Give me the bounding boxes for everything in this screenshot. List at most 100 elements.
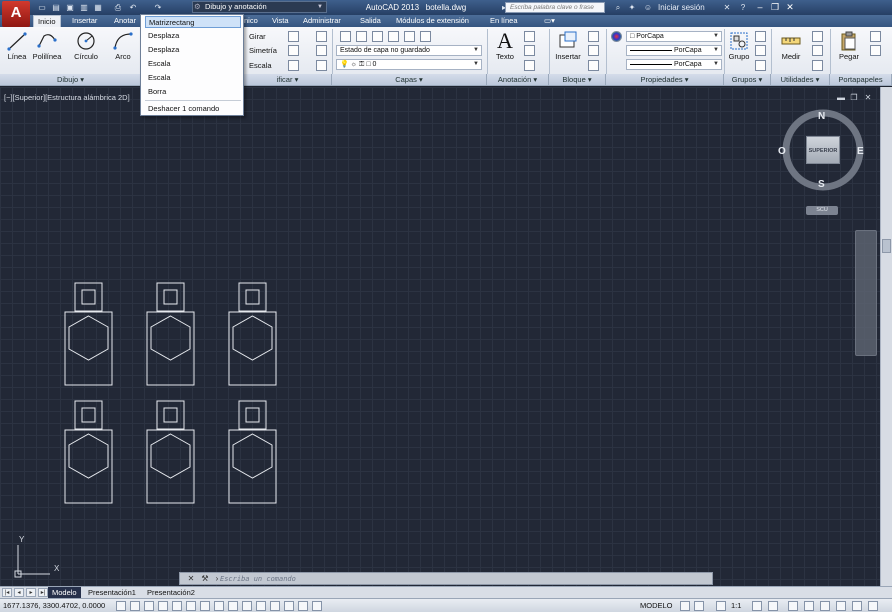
otrack-icon[interactable] [214,601,224,611]
layer-iso-icon[interactable] [404,31,415,42]
explode-icon[interactable] [316,45,327,56]
layer-properties-icon[interactable] [340,31,351,42]
annotation-scale-value[interactable]: 1:1 [731,601,741,610]
clean-screen-icon[interactable] [868,601,878,611]
layer-match-icon[interactable] [420,31,431,42]
polyline-tool[interactable]: Polilínea [31,30,63,61]
undo-item[interactable]: Desplaza [145,44,241,56]
save-icon[interactable]: ▣ [64,2,76,13]
tab-inicio[interactable]: Inicio [33,15,61,27]
layer-freeze-icon[interactable] [356,31,367,42]
user-icon[interactable]: ☺ [642,2,654,13]
lock-ui-icon[interactable] [804,601,814,611]
command-input[interactable]: Escriba un comando [220,574,710,584]
table-icon[interactable] [524,60,535,71]
panel-label-propiedades[interactable]: Propiedades ▾ [606,74,724,85]
group-tool[interactable]: Grupo [723,30,755,61]
vertical-scrollbar[interactable] [880,87,892,586]
linetype-select[interactable]: PorCapa ▼ [626,45,722,56]
measure-tool[interactable]: Medir [775,30,807,61]
lineweight-select[interactable]: PorCapa ▼ [626,59,722,70]
web-icon[interactable]: ▦ [92,2,104,13]
ungroup-icon[interactable] [755,31,766,42]
color-select[interactable]: □ PorCapa ▼ [626,31,722,42]
annotation-scale-icon[interactable] [716,601,726,611]
first-layout-icon[interactable]: |◂ [2,588,12,597]
tab-salida[interactable]: Salida [356,15,385,27]
edit-block-icon[interactable] [588,45,599,56]
text-tool[interactable]: A Texto [489,30,521,62]
restore-button[interactable]: ❐ [769,1,781,13]
mirror-tool[interactable]: Simetría [249,46,277,55]
polar-tracking-icon[interactable] [172,601,182,611]
id-point-icon[interactable] [812,60,823,71]
dimension-icon[interactable] [524,31,535,42]
create-block-icon[interactable] [588,31,599,42]
lineweight-icon[interactable] [256,601,266,611]
panel-label-dibujo[interactable]: Dibujo ▾ [0,74,142,85]
offset-icon[interactable] [316,60,327,71]
plot-icon[interactable]: ⎙ [112,2,124,13]
color-icon[interactable] [611,31,622,42]
redo-icon[interactable]: ↷ [152,2,164,13]
compass-east[interactable]: E [857,146,864,157]
panel-label-capas[interactable]: Capas ▾ [332,74,487,85]
group-edit-icon[interactable] [755,45,766,56]
undo-item[interactable]: Desplaza [145,30,241,42]
ducs-icon[interactable] [228,601,238,611]
viewcube[interactable]: N S E O SUPERIOR SCU [778,108,868,218]
close-button[interactable]: ✕ [784,1,796,13]
group-select-icon[interactable] [755,60,766,71]
undo-icon[interactable]: ↶ [127,2,139,13]
circle-tool[interactable]: Círculo [70,30,102,61]
layer-lock-icon[interactable] [372,31,383,42]
prev-layout-icon[interactable]: ◂ [14,588,24,597]
tab-presentacion2[interactable]: Presentación2 [143,587,199,598]
workspace-switch-icon[interactable] [788,601,798,611]
arc-tool[interactable]: Arco [107,30,139,61]
insert-tool[interactable]: Insertar [552,30,584,61]
layer-state-select[interactable]: Estado de capa no guardado ▼ [336,45,482,56]
array-icon[interactable] [288,60,299,71]
compass-south[interactable]: S [818,179,825,190]
undo-item[interactable]: Matrizrectang [145,16,241,28]
coordinate-readout[interactable]: 1677.1376, 3300.4702, 0.0000 [3,601,105,610]
layer-select[interactable]: 💡 ☼ ⚿ □ 0 ▼ [336,59,482,70]
undo-item[interactable]: Escala [145,72,241,84]
quick-view-layouts-icon[interactable] [680,601,690,611]
rotate-tool[interactable]: Girar [249,32,266,41]
status-menu-icon[interactable] [852,601,862,611]
erase-icon[interactable] [316,31,327,42]
tab-administrar[interactable]: Administrar [299,15,345,27]
ortho-mode-icon[interactable] [158,601,168,611]
panel-label-modificar[interactable]: ificar ▾ [244,74,332,85]
quick-select-icon[interactable] [812,45,823,56]
leader-icon[interactable] [524,45,535,56]
calculator-icon[interactable] [812,31,823,42]
new-icon[interactable]: ▭ [36,2,48,13]
wrench-icon[interactable]: ⚒ [200,574,210,584]
undo-item[interactable]: Escala [145,58,241,70]
navigation-bar[interactable] [855,230,877,356]
3d-osnap-icon[interactable] [200,601,210,611]
attribute-icon[interactable] [588,60,599,71]
panel-label-bloque[interactable]: Bloque ▾ [549,74,606,85]
paste-tool[interactable]: Pegar [833,30,865,61]
search-icon[interactable]: ⌕ [612,2,624,13]
tab-en-linea[interactable]: En línea [486,15,522,27]
viewcube-face-top[interactable]: SUPERIOR [806,136,840,164]
exchange-icon[interactable]: ✕ [721,2,733,13]
model-space-toggle[interactable]: MODELO [640,601,673,610]
tab-presentacion1[interactable]: Presentación1 [84,587,140,598]
isolate-objects-icon[interactable] [836,601,846,611]
ribbon-toggle-icon[interactable]: ▭▾ [540,15,559,27]
next-layout-icon[interactable]: ▸ [26,588,36,597]
selection-cycling-icon[interactable] [298,601,308,611]
fillet-icon[interactable] [288,45,299,56]
search-input[interactable]: Escriba palabra clave o frase [505,2,605,13]
grid-display-icon[interactable] [144,601,154,611]
workspace-select[interactable]: ⚙ Dibujo y anotación ▼ [192,1,327,13]
signin-link[interactable]: Iniciar sesión [658,0,705,15]
subscription-icon[interactable]: ✦ [626,2,638,13]
tab-modelo[interactable]: Modelo [48,587,81,598]
